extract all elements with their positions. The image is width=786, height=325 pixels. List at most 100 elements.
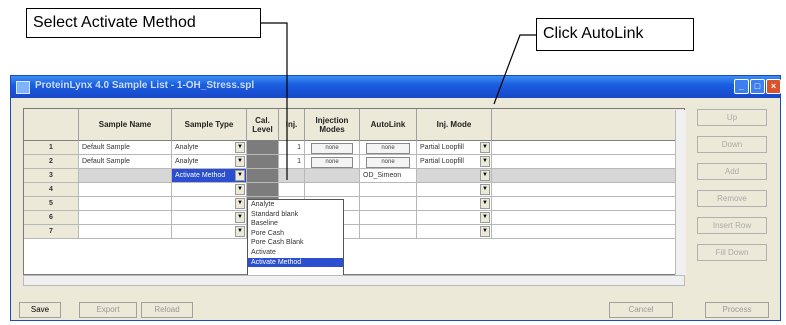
injection-modes-button[interactable]: none (311, 143, 353, 154)
horizontal-scrollbar[interactable] (23, 275, 685, 286)
cell-sample-type[interactable]: Activate Method ▼ (172, 169, 247, 183)
cell-spare[interactable] (492, 183, 684, 197)
chevron-down-icon[interactable]: ▼ (235, 198, 245, 209)
close-button[interactable]: × (766, 79, 781, 94)
header-sample-type[interactable]: Sample Type (172, 109, 247, 141)
dropdown-option[interactable]: Activate (248, 248, 343, 258)
cell-autolink[interactable]: OD_Simeon (360, 169, 417, 183)
cell-sample-name[interactable] (79, 197, 172, 211)
cell-sample-name[interactable]: Default Sample (79, 141, 172, 155)
chevron-down-icon[interactable]: ▼ (480, 212, 490, 223)
cell-sample-name[interactable] (79, 211, 172, 225)
cell-sample-type[interactable]: Analyte ▼ (172, 141, 247, 155)
header-inj[interactable]: Inj. (279, 109, 305, 141)
cell-inj-mode[interactable]: Partial Loopfill ▼ (417, 155, 492, 169)
cell-autolink[interactable] (360, 183, 417, 197)
header-autolink[interactable]: AutoLink (360, 109, 417, 141)
cell-spare[interactable] (492, 169, 684, 183)
cell-spare[interactable] (492, 211, 684, 225)
cell-sample-name[interactable] (79, 225, 172, 239)
header-cal-level[interactable]: Cal. Level (247, 109, 279, 141)
sample-type-dropdown[interactable]: Analyte Standard blank Baseline Pore Cash Po… (247, 199, 344, 277)
dropdown-option[interactable]: Baseline (248, 219, 343, 229)
reload-button[interactable]: Reload (141, 302, 193, 318)
chevron-down-icon[interactable]: ▼ (235, 226, 245, 237)
side-button-add[interactable]: Add (697, 163, 767, 180)
cell-autolink[interactable] (360, 197, 417, 211)
cell-sample-type[interactable]: ▼ (172, 225, 247, 239)
autolink-button[interactable]: none (366, 157, 410, 168)
chevron-down-icon[interactable]: ▼ (480, 198, 490, 209)
cell-inj[interactable]: 1 (279, 141, 305, 155)
table-row[interactable]: 7 ▼ ▼ (24, 225, 684, 239)
process-button[interactable]: Process (705, 302, 769, 318)
vertical-scrollbar[interactable] (675, 110, 686, 275)
cell-inj-mode[interactable]: Partial Loopfill ▼ (417, 141, 492, 155)
side-button-down[interactable]: Down (697, 136, 767, 153)
cell-spare[interactable] (492, 141, 684, 155)
cell-sample-name[interactable]: Default Sample (79, 155, 172, 169)
cell-injection-modes[interactable]: none (305, 155, 360, 169)
header-inj-mode[interactable]: Inj. Mode (417, 109, 492, 141)
cell-cal-level[interactable] (247, 155, 279, 169)
cell-autolink[interactable] (360, 225, 417, 239)
chevron-down-icon[interactable]: ▼ (480, 184, 490, 195)
cell-sample-name[interactable] (79, 169, 172, 183)
cell-inj[interactable] (279, 169, 305, 183)
maximize-button[interactable]: □ (750, 79, 765, 94)
cell-sample-type[interactable]: ▼ (172, 211, 247, 225)
chevron-down-icon[interactable]: ▼ (235, 212, 245, 223)
cell-sample-type[interactable]: Analyte ▼ (172, 155, 247, 169)
cell-injection-modes[interactable] (305, 183, 360, 197)
cell-injection-modes[interactable] (305, 169, 360, 183)
chevron-down-icon[interactable]: ▼ (235, 170, 245, 181)
side-button-insert-row[interactable]: Insert Row (697, 217, 767, 234)
chevron-down-icon[interactable]: ▼ (480, 226, 490, 237)
cell-inj[interactable] (279, 183, 305, 197)
cell-inj-mode[interactable]: ▼ (417, 197, 492, 211)
cell-spare[interactable] (492, 197, 684, 211)
cell-cal-level[interactable] (247, 141, 279, 155)
table-row[interactable]: 2 Default Sample Analyte ▼ 1 none none Partial … (24, 155, 684, 169)
side-button-up[interactable]: Up (697, 109, 767, 126)
dropdown-option[interactable]: Activate Method (248, 257, 343, 268)
chevron-down-icon[interactable]: ▼ (480, 170, 490, 181)
cell-inj-mode[interactable]: ▼ (417, 183, 492, 197)
cell-autolink[interactable]: none (360, 155, 417, 169)
side-button-remove[interactable]: Remove (697, 190, 767, 207)
minimize-button[interactable]: _ (734, 79, 749, 94)
cell-autolink[interactable]: none (360, 141, 417, 155)
header-injection-modes[interactable]: Injection Modes (305, 109, 360, 141)
dropdown-option[interactable]: Pore Cash Blank (248, 238, 343, 248)
chevron-down-icon[interactable]: ▼ (480, 142, 490, 153)
chevron-down-icon[interactable]: ▼ (235, 156, 245, 167)
dropdown-option[interactable]: Analyte (248, 200, 343, 210)
export-button[interactable]: Export (79, 302, 137, 318)
cell-inj-mode[interactable]: ▼ (417, 169, 492, 183)
injection-modes-button[interactable]: none (311, 157, 353, 168)
cell-inj-mode[interactable]: ▼ (417, 211, 492, 225)
cell-inj[interactable]: 1 (279, 155, 305, 169)
table-row[interactable]: 5 ▼ ▼ (24, 197, 684, 211)
save-button[interactable]: Save (19, 302, 61, 318)
cell-sample-type[interactable]: ▼ (172, 183, 247, 197)
cell-cal-level[interactable] (247, 169, 279, 183)
cell-injection-modes[interactable]: none (305, 141, 360, 155)
table-row[interactable]: 1 Default Sample Analyte ▼ 1 none none Partial … (24, 141, 684, 155)
side-button-fill-down[interactable]: Fill Down (697, 244, 767, 261)
chevron-down-icon[interactable]: ▼ (235, 184, 245, 195)
cancel-button[interactable]: Cancel (609, 302, 673, 318)
table-row[interactable]: 4 ▼ ▼ (24, 183, 684, 197)
cell-sample-name[interactable] (79, 183, 172, 197)
table-row[interactable]: 6 ▼ ▼ (24, 211, 684, 225)
header-sample-name[interactable]: Sample Name (79, 109, 172, 141)
cell-autolink[interactable] (360, 211, 417, 225)
cell-spare[interactable] (492, 155, 684, 169)
chevron-down-icon[interactable]: ▼ (235, 142, 245, 153)
cell-sample-type[interactable]: ▼ (172, 197, 247, 211)
dropdown-option[interactable]: Pore Cash (248, 229, 343, 239)
cell-inj-mode[interactable]: ▼ (417, 225, 492, 239)
header-row-number[interactable] (24, 109, 79, 141)
dropdown-option[interactable]: Standard blank (248, 210, 343, 220)
cell-cal-level[interactable] (247, 183, 279, 197)
